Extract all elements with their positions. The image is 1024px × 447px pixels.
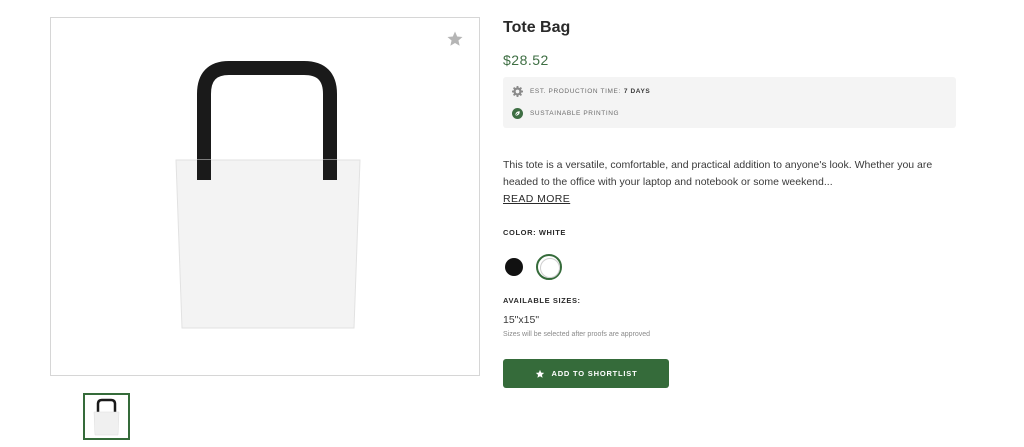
read-more-link[interactable]: READ MORE: [503, 193, 570, 205]
available-sizes-label: AVAILABLE SIZES:: [503, 296, 581, 305]
product-price: $28.52: [503, 52, 549, 68]
tote-bag-thumbnail-image: [93, 398, 120, 436]
favorite-star-icon[interactable]: [446, 30, 464, 48]
leaf-icon: [512, 108, 523, 119]
color-swatch-white[interactable]: [536, 254, 562, 280]
product-description: This tote is a versatile, comfortable, a…: [503, 159, 933, 188]
tote-bag-image: [175, 61, 361, 329]
product-image-frame: [50, 17, 480, 376]
sustainable-printing-row: SUSTAINABLE PRINTING: [512, 108, 619, 119]
add-to-shortlist-label: ADD TO SHORTLIST: [551, 369, 638, 378]
add-to-shortlist-button[interactable]: ADD TO SHORTLIST: [503, 359, 669, 388]
size-note: Sizes will be selected after proofs are …: [503, 331, 651, 338]
color-label: COLOR: WHITE: [503, 228, 567, 237]
production-time-value: 7 DAYS: [623, 88, 651, 95]
production-time-row: EST. PRODUCTION TIME: 7 DAYS: [512, 86, 650, 97]
production-info-box: EST. PRODUCTION TIME: 7 DAYS SUSTAINABLE…: [503, 77, 956, 128]
size-value: 15"x15": [503, 314, 540, 326]
sustainable-printing-label: SUSTAINABLE PRINTING: [530, 110, 620, 117]
product-title: Tote Bag: [503, 19, 571, 36]
star-icon: [535, 369, 544, 378]
gear-icon: [512, 86, 523, 97]
color-swatch-black[interactable]: [505, 258, 523, 276]
production-time-label: EST. PRODUCTION TIME:: [530, 88, 621, 95]
product-thumbnail[interactable]: [83, 393, 130, 440]
